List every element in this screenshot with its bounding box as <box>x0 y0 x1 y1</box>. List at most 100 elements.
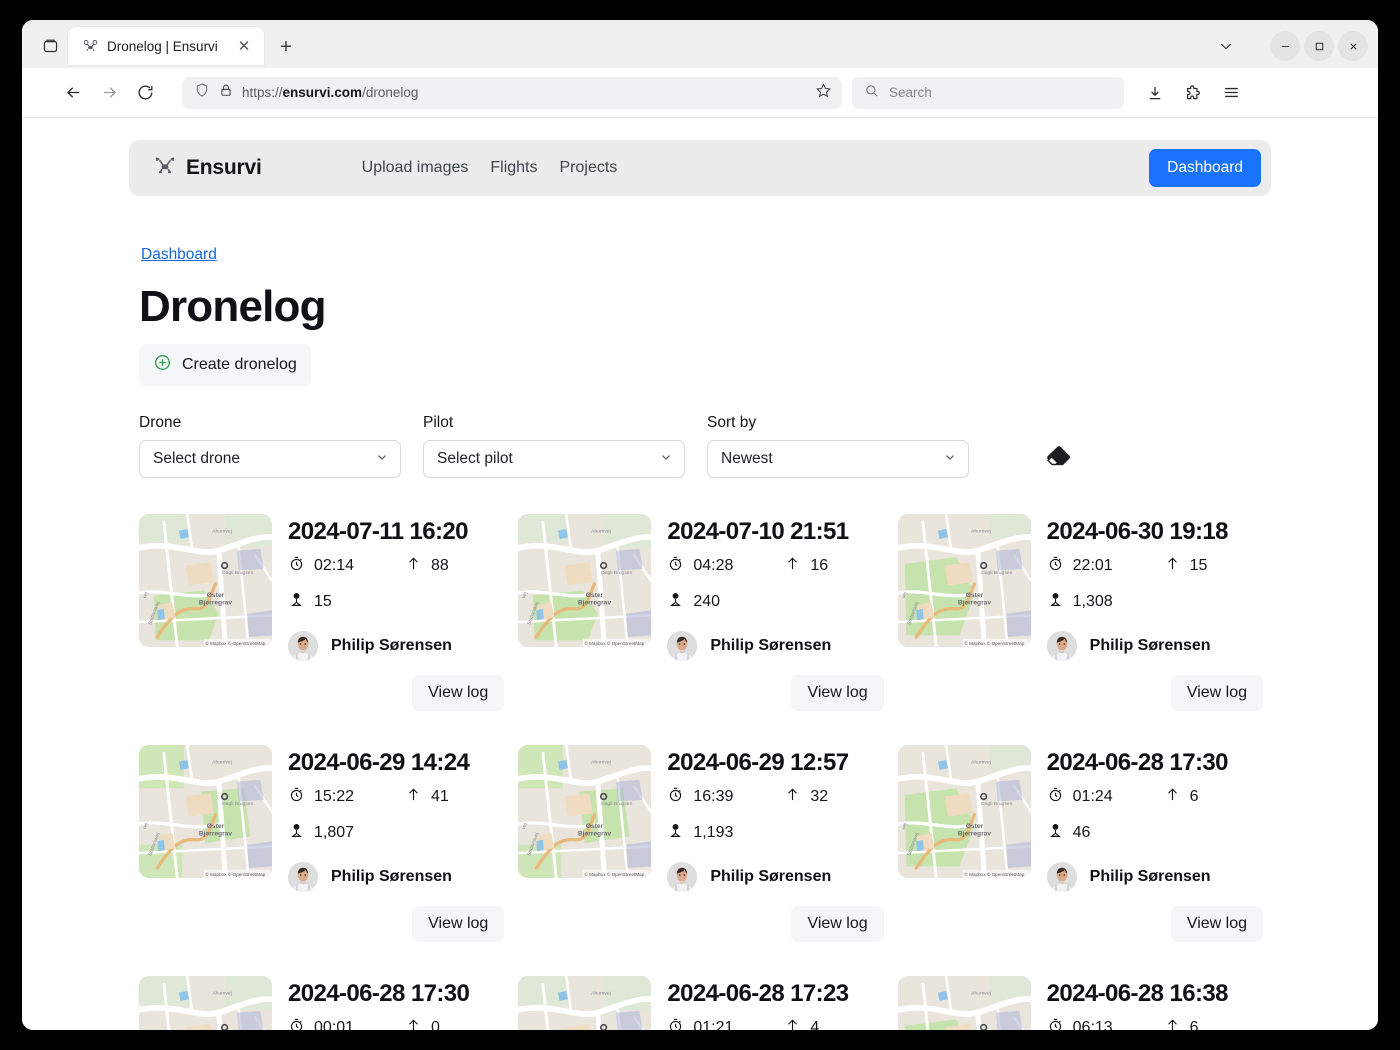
shield-icon <box>194 82 210 103</box>
view-log-button[interactable]: View log <box>1170 906 1263 942</box>
dashboard-button[interactable]: Dashboard <box>1149 149 1261 187</box>
dronelog-stats-row-2: 1,308 <box>1047 591 1265 613</box>
navbar-actions <box>1138 76 1248 110</box>
window-controls <box>1206 29 1370 63</box>
dronelog-card[interactable]: Øster Bjerregrav Ahornvej Dagli Brugsen … <box>512 500 891 731</box>
dronelog-card[interactable]: Øster Bjerregrav Ahornvej Dagli Brugsen … <box>512 962 891 1030</box>
map-thumbnail[interactable]: Øster Bjerregrav Ahornvej Dagli Brugsen … <box>518 976 652 1030</box>
dronelog-images: 1,308 <box>1047 591 1113 613</box>
download-icon[interactable] <box>1138 76 1172 110</box>
avatar <box>667 631 698 661</box>
minimize-icon[interactable] <box>1270 31 1300 61</box>
drone-filter: Drone Select drone <box>139 414 401 478</box>
dronelog-altitude-value: 6 <box>1189 788 1199 805</box>
chevron-down-icon[interactable] <box>1206 29 1246 63</box>
view-log-button[interactable]: View log <box>412 906 505 942</box>
dronelog-card[interactable]: Øster Bjerregrav Ahornvej Dagli Brugsen … <box>133 962 512 1030</box>
maximize-icon[interactable] <box>1304 31 1334 61</box>
pilot-select[interactable]: Select pilot <box>423 440 685 478</box>
close-icon[interactable]: ✕ <box>234 36 254 56</box>
site-nav: Upload images Flights Projects <box>362 159 618 177</box>
svg-text:Dagli Brugsen: Dagli Brugsen <box>222 801 253 807</box>
map-thumbnail[interactable]: Øster Bjerregrav Ahornvej Dagli Brugsen … <box>897 745 1031 878</box>
clear-filters-button[interactable] <box>1037 439 1079 477</box>
map-thumbnail[interactable]: Øster Bjerregrav Ahornvej Dagli Brugsen … <box>139 514 272 647</box>
dronelog-pilot: Philip Sørensen <box>1046 862 1265 892</box>
back-arrow-icon[interactable] <box>56 76 90 110</box>
create-dronelog-button[interactable]: Create dronelog <box>139 344 311 386</box>
dronelog-duration-value: 01:21 <box>693 1019 734 1030</box>
sort-filter: Sort by Newest <box>707 414 969 478</box>
stopwatch-icon <box>1047 1017 1064 1030</box>
svg-text:Ahornvej: Ahornvej <box>591 528 611 534</box>
dronelog-card-body: 2024-06-28 17:23 01:21 4 <box>667 976 885 1030</box>
dronelog-grid: Øster Bjerregrav Ahornvej Dagli Brugsen … <box>133 500 1271 1030</box>
dronelog-altitude-value: 88 <box>431 557 449 574</box>
dronelog-images-value: 240 <box>693 593 721 610</box>
drone-filter-label: Drone <box>139 414 182 431</box>
map-thumbnail[interactable]: Øster Bjerregrav Ahornvej Dagli Brugsen … <box>518 514 652 647</box>
reload-icon[interactable] <box>128 76 162 110</box>
sort-select[interactable]: Newest <box>707 440 969 478</box>
map-thumbnail[interactable]: Øster Bjerregrav Ahornvej Dagli Brugsen … <box>897 514 1031 647</box>
dronelog-images: 15 <box>288 591 332 613</box>
dronelog-altitude: 6 <box>1164 786 1199 808</box>
url-bar[interactable]: https://ensurvi.com/dronelog <box>182 76 842 109</box>
view-log-button[interactable]: View log <box>412 675 505 711</box>
dronelog-altitude-value: 41 <box>431 788 449 805</box>
dronelog-card[interactable]: Øster Bjerregrav Ahornvej Dagli Brugsen … <box>512 731 891 962</box>
dronelog-stats-row: 01:21 4 <box>667 1017 885 1030</box>
dronelog-altitude: 88 <box>405 555 449 577</box>
chevron-down-icon <box>375 450 389 469</box>
url-text: https://ensurvi.com/dronelog <box>242 85 419 100</box>
svg-text:Øster: Øster <box>586 592 604 599</box>
dronelog-date: 2024-07-10 21:51 <box>667 518 849 545</box>
breadcrumb: Dashboard <box>141 246 1271 264</box>
forward-arrow-icon[interactable] <box>92 76 126 110</box>
dronelog-card[interactable]: Øster Bjerregrav Ahornvej Dagli Brugsen … <box>892 731 1271 962</box>
breadcrumb-dashboard-link[interactable]: Dashboard <box>141 246 217 263</box>
chevron-down-icon <box>659 450 673 469</box>
dronelog-stats-row: 01:24 6 <box>1047 786 1265 808</box>
dronelog-date: 2024-06-28 16:38 <box>1046 980 1229 1007</box>
map-thumbnail[interactable]: Øster Bjerregrav Ahornvej Dagli Brugsen … <box>897 976 1031 1030</box>
hamburger-menu-icon[interactable] <box>1214 76 1248 110</box>
tab-list-icon[interactable] <box>32 27 68 63</box>
extensions-icon[interactable] <box>1176 76 1210 110</box>
dronelog-images-value: 1,308 <box>1072 593 1113 610</box>
dronelog-images: 240 <box>667 591 720 613</box>
nav-item-upload-images[interactable]: Upload images <box>362 159 469 177</box>
dronelog-duration-value: 22:01 <box>1072 557 1113 574</box>
browser-search-box[interactable]: Search <box>852 76 1124 109</box>
view-log-button[interactable]: View log <box>791 906 884 942</box>
dronelog-altitude: 6 <box>1164 1017 1199 1030</box>
dronelog-card-body: 2024-06-29 14:24 15:22 41 1,807 Philip S… <box>288 745 506 942</box>
svg-text:Bjerregrav: Bjerregrav <box>958 600 992 607</box>
nav-item-projects[interactable]: Projects <box>560 159 618 177</box>
close-icon[interactable] <box>1338 31 1368 61</box>
dronelog-card[interactable]: Øster Bjerregrav Ahornvej Dagli Brugsen … <box>133 500 512 731</box>
stopwatch-icon <box>1047 786 1064 808</box>
brand-logo[interactable]: Ensurvi <box>153 154 262 183</box>
view-log-button[interactable]: View log <box>1170 675 1263 711</box>
dronelog-card[interactable]: Øster Bjerregrav Ahornvej Dagli Brugsen … <box>892 962 1271 1030</box>
dronelog-card-actions: View log <box>667 675 885 711</box>
drone-select[interactable]: Select drone <box>139 440 401 478</box>
eraser-icon <box>1043 442 1073 475</box>
nav-item-flights[interactable]: Flights <box>490 159 537 177</box>
svg-text:Dagli Brugsen: Dagli Brugsen <box>981 801 1012 807</box>
view-log-button[interactable]: View log <box>791 675 884 711</box>
dronelog-pilot-name: Philip Sørensen <box>710 637 832 654</box>
new-tab-button[interactable]: + <box>270 31 302 63</box>
map-thumbnail[interactable]: Øster Bjerregrav Ahornvej Dagli Brugsen … <box>139 976 272 1030</box>
map-thumbnail[interactable]: Øster Bjerregrav Ahornvej Dagli Brugsen … <box>139 745 272 878</box>
dronelog-card[interactable]: Øster Bjerregrav Ahornvej Dagli Brugsen … <box>133 731 512 962</box>
camera-icon <box>1047 591 1064 613</box>
map-thumbnail[interactable]: Øster Bjerregrav Ahornvej Dagli Brugsen … <box>518 745 652 878</box>
dronelog-stats-row-2: 46 <box>1047 822 1265 844</box>
browser-tab[interactable]: Dronelog | Ensurvi ✕ <box>68 27 264 65</box>
dronelog-stats-row-2: 15 <box>288 591 506 613</box>
up-arrow-icon <box>784 555 801 577</box>
star-icon[interactable] <box>815 82 832 104</box>
dronelog-card[interactable]: Øster Bjerregrav Ahornvej Dagli Brugsen … <box>892 500 1271 731</box>
